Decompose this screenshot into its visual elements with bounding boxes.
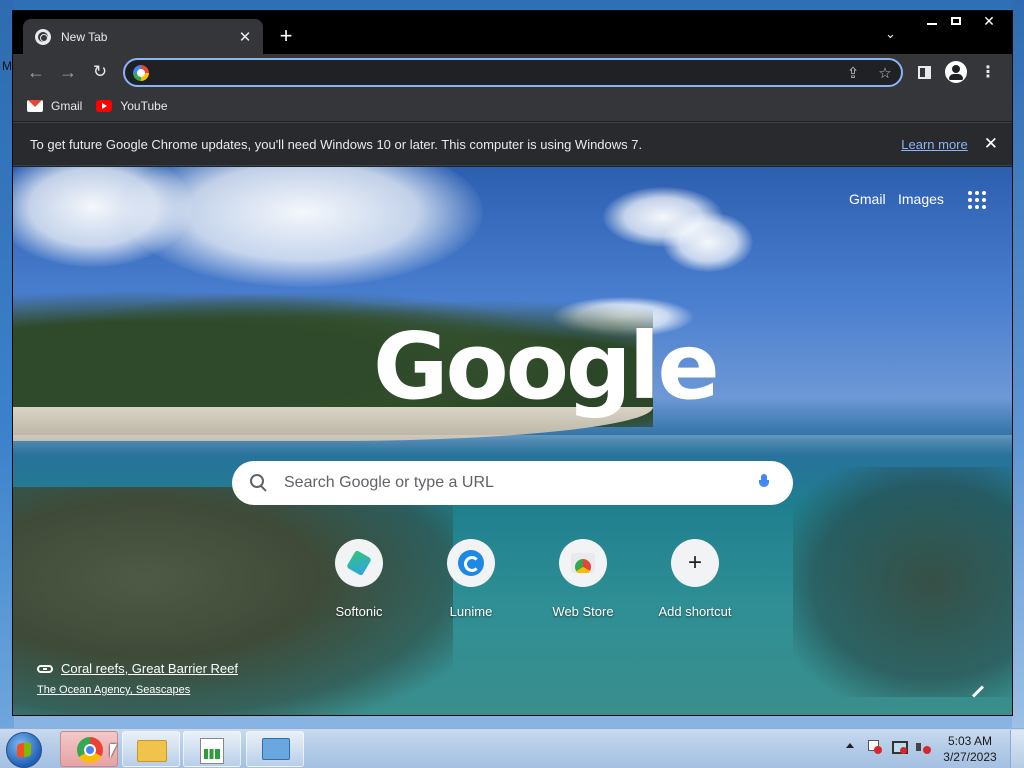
back-button[interactable]: ← — [24, 60, 48, 84]
task-manager-icon — [200, 738, 224, 764]
chrome-window: New Tab ✕ + ⌄ ✕ ← → ↻ ⇪ ☆ ⋮ Gmail YouTub… — [12, 10, 1013, 716]
google-g-icon — [133, 64, 149, 81]
taskbar-clock[interactable]: 5:03 AM 3/27/2023 — [938, 733, 1002, 765]
share-icon[interactable]: ⇪ — [837, 64, 869, 82]
ntp-search-input[interactable] — [284, 474, 759, 492]
chrome-favicon-icon — [35, 28, 51, 45]
side-panel-icon — [917, 65, 931, 79]
tab-search-chevron-icon[interactable]: ⌄ — [885, 26, 896, 42]
side-panel-button[interactable] — [912, 61, 936, 83]
taskbar-explorer[interactable] — [122, 731, 180, 767]
tab-title: New Tab — [61, 29, 108, 44]
plus-icon: + — [687, 549, 702, 576]
address-input[interactable] — [157, 64, 837, 81]
taskbar-control-panel[interactable] — [246, 731, 304, 767]
new-tab-button[interactable]: + — [275, 25, 297, 47]
softonic-icon — [346, 549, 372, 577]
volume-muted-icon[interactable] — [915, 739, 931, 755]
shortcut-tile — [335, 539, 383, 587]
mouse-cursor-icon — [110, 744, 117, 758]
folder-icon — [137, 740, 167, 762]
learn-more-link[interactable]: Learn more — [901, 137, 967, 152]
google-apps-icon[interactable] — [968, 191, 986, 209]
shortcut-tile: + — [671, 539, 719, 587]
infobar-message: To get future Google Chrome updates, you… — [30, 136, 643, 152]
start-button[interactable] — [6, 732, 42, 768]
shortcut-lunime[interactable]: Lunime — [415, 539, 527, 619]
bookmark-gmail[interactable]: Gmail — [27, 99, 82, 113]
close-window-button[interactable]: ✕ — [966, 11, 1012, 31]
lunime-icon — [458, 550, 484, 576]
attribution-subtitle-link[interactable]: The Ocean Agency, Seascapes — [37, 684, 238, 696]
shortcut-label: Add shortcut — [658, 604, 732, 619]
ntp-gmail-link[interactable]: Gmail — [849, 191, 886, 207]
shortcut-softonic[interactable]: Softonic — [303, 539, 415, 619]
bookmark-star-icon[interactable]: ☆ — [869, 64, 901, 82]
maximize-icon — [951, 17, 961, 25]
browser-toolbar: ← → ↻ ⇪ ☆ ⋮ — [13, 54, 1012, 90]
ntp-search-box[interactable] — [232, 461, 793, 505]
background-attribution: Coral reefs, Great Barrier Reef The Ocea… — [37, 661, 238, 696]
chrome-icon — [77, 737, 103, 763]
minimize-icon — [927, 23, 937, 25]
address-bar[interactable]: ⇪ ☆ — [123, 58, 903, 87]
title-bar: New Tab ✕ + ⌄ ✕ — [13, 11, 1012, 54]
background-cloud — [123, 167, 483, 287]
desktop-icon-label: M — [2, 59, 12, 73]
action-center-flag-icon[interactable] — [866, 739, 882, 755]
ntp-images-link[interactable]: Images — [898, 191, 944, 207]
clock-time: 5:03 AM — [947, 734, 993, 748]
shortcut-label: Web Store — [552, 604, 614, 619]
show-desktop-button[interactable] — [1010, 730, 1024, 768]
youtube-icon — [96, 99, 113, 112]
bookmark-label: Gmail — [51, 98, 83, 113]
desktop-background-right — [1012, 0, 1024, 728]
network-icon[interactable] — [891, 739, 908, 755]
attribution-title-link[interactable]: Coral reefs, Great Barrier Reef — [61, 661, 238, 676]
update-infobar: To get future Google Chrome updates, you… — [13, 122, 1012, 166]
avatar-icon — [945, 61, 967, 83]
reload-button[interactable]: ↻ — [88, 60, 112, 84]
link-icon — [37, 664, 53, 673]
forward-button[interactable]: → — [56, 60, 80, 84]
search-icon — [250, 474, 268, 492]
background-reef — [793, 467, 1012, 697]
menu-button[interactable]: ⋮ — [976, 61, 1000, 83]
control-panel-icon — [262, 738, 290, 760]
shortcut-label: Lunime — [449, 604, 493, 619]
profile-button[interactable] — [944, 61, 968, 83]
tab-close-icon[interactable]: ✕ — [237, 28, 253, 46]
taskbar-task-manager[interactable] — [183, 731, 241, 767]
gmail-icon — [27, 99, 43, 112]
webstore-icon — [571, 553, 595, 573]
clock-date: 3/27/2023 — [943, 750, 997, 764]
customize-pencil-icon[interactable] — [969, 683, 985, 699]
shortcut-web-store[interactable]: Web Store — [527, 539, 639, 619]
show-hidden-icons-icon[interactable] — [846, 743, 854, 748]
shortcut-label: Softonic — [335, 604, 383, 619]
new-tab-page: Gmail Images Google Softonic Lunime Web … — [13, 167, 1012, 715]
shortcuts-row: Softonic Lunime Web Store + Add shortcut — [303, 539, 751, 619]
bookmark-youtube[interactable]: YouTube — [96, 98, 168, 113]
google-logo: Google — [373, 313, 720, 420]
background-waterline — [13, 435, 1012, 455]
background-cloud — [663, 212, 753, 272]
bookmarks-bar: Gmail YouTube — [13, 90, 1012, 121]
shortcut-tile — [447, 539, 495, 587]
infobar-close-icon[interactable]: ✕ — [984, 134, 998, 154]
microphone-icon[interactable] — [759, 474, 769, 492]
tab-new-tab[interactable]: New Tab ✕ — [23, 19, 263, 54]
shortcut-tile — [559, 539, 607, 587]
shortcut-add[interactable]: + Add shortcut — [639, 539, 751, 619]
bookmark-label: YouTube — [120, 98, 168, 113]
